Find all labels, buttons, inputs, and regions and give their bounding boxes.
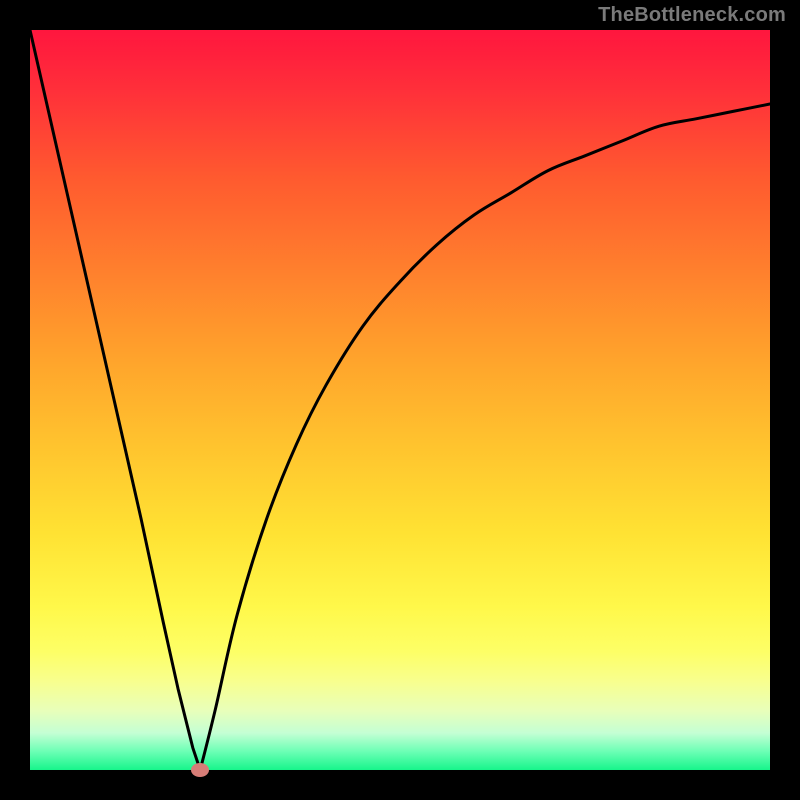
curve-left-branch <box>30 30 200 770</box>
chart-frame: TheBottleneck.com <box>0 0 800 800</box>
plot-area <box>30 30 770 770</box>
line-chart <box>30 30 770 770</box>
curve-right-branch <box>200 104 770 770</box>
watermark-text: TheBottleneck.com <box>598 4 786 27</box>
minimum-marker <box>191 763 209 777</box>
